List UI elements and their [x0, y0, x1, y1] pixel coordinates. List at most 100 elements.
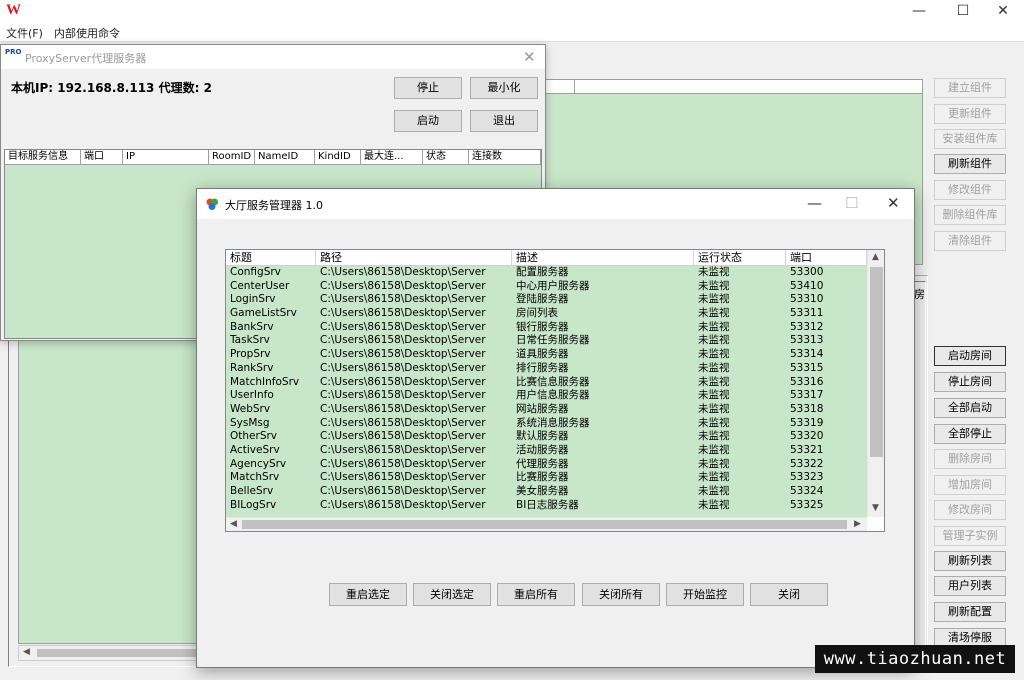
- cell-port: 53313: [790, 334, 824, 347]
- horizontal-scrollbar[interactable]: ◀ ▶: [226, 517, 867, 531]
- cell-path: C:\Users\86158\Desktop\Server: [320, 457, 486, 470]
- close-button[interactable]: 关闭: [750, 583, 828, 606]
- table-row[interactable]: BankSrv C:\Users\86158\Desktop\Server 银行服务…: [226, 321, 867, 335]
- cell-port: 53315: [790, 361, 824, 374]
- table-row[interactable]: CenterUser C:\Users\86158\Desktop\Server 中…: [226, 280, 867, 294]
- vertical-scroll-thumb[interactable]: [870, 267, 883, 457]
- table-row[interactable]: RankSrv C:\Users\86158\Desktop\Server 排行服务…: [226, 362, 867, 376]
- cell-title: BankSrv: [230, 320, 274, 333]
- close-all-button[interactable]: 关闭所有: [582, 583, 660, 606]
- cell-status: 未监视: [698, 307, 730, 320]
- start-monitor-button[interactable]: 开始监控: [666, 583, 744, 606]
- scroll-right-icon[interactable]: ▶: [854, 519, 861, 529]
- user-list-button[interactable]: 用户列表: [934, 576, 1006, 596]
- refresh-config-button[interactable]: 刷新配置: [934, 602, 1006, 622]
- menu-file[interactable]: 文件(F): [6, 25, 43, 41]
- cell-port: 53319: [790, 416, 824, 429]
- scroll-up-icon[interactable]: ▲: [872, 252, 879, 262]
- refresh-list-button[interactable]: 刷新列表: [934, 551, 1006, 571]
- proxy-start-button[interactable]: 启动: [394, 110, 462, 132]
- proxy-col-target[interactable]: 目标服务信息: [5, 150, 81, 165]
- svc-maximize-button[interactable]: ☐: [845, 194, 858, 212]
- start-room-button[interactable]: 启动房间: [934, 346, 1006, 366]
- svc-close-button[interactable]: ✕: [887, 194, 900, 212]
- service-list[interactable]: 标题 路径 描述 运行状态 端口 ConfigSrv C:\Users\86158…: [225, 249, 885, 532]
- proxy-col-port[interactable]: 端口: [81, 150, 123, 165]
- table-row[interactable]: PropSrv C:\Users\86158\Desktop\Server 道具服务…: [226, 348, 867, 362]
- table-row[interactable]: BILogSrv C:\Users\86158\Desktop\Server BI日…: [226, 499, 867, 513]
- proxy-col-kindid[interactable]: KindID: [315, 150, 361, 165]
- scroll-down-icon[interactable]: ▼: [872, 503, 879, 513]
- table-row[interactable]: SysMsg C:\Users\86158\Desktop\Server 系统消息服…: [226, 417, 867, 431]
- manage-sub-instance-button[interactable]: 管理子实例: [934, 526, 1006, 546]
- proxy-close-icon[interactable]: ✕: [523, 48, 536, 66]
- cell-title: ActiveSrv: [230, 443, 280, 456]
- delete-room-button[interactable]: 删除房间: [934, 449, 1006, 469]
- cell-desc: 日常任务服务器: [516, 334, 590, 347]
- refresh-component-button[interactable]: 刷新组件: [934, 154, 1006, 174]
- service-manager-window: 大厅服务管理器 1.0 — ☐ ✕ 标题 路径 描述 运行状态 端口 Confi…: [196, 188, 915, 668]
- cell-title: MatchInfoSrv: [230, 375, 300, 388]
- cell-port: 53320: [790, 430, 824, 443]
- svc-minimize-button[interactable]: —: [807, 194, 822, 212]
- vertical-scrollbar[interactable]: ▲ ▼: [867, 250, 884, 517]
- table-row[interactable]: TaskSrv C:\Users\86158\Desktop\Server 日常任务…: [226, 334, 867, 348]
- proxy-col-connections[interactable]: 连接数: [469, 150, 541, 165]
- proxy-minimize-button[interactable]: 最小化: [470, 77, 538, 99]
- minimize-button[interactable]: —: [896, 0, 942, 22]
- proxy-col-ip[interactable]: IP: [123, 150, 209, 165]
- main-titlebar: W — ☐ ✕: [0, 0, 1024, 22]
- table-row[interactable]: LoginSrv C:\Users\86158\Desktop\Server 登陆服…: [226, 293, 867, 307]
- install-component-lib-button[interactable]: 安装组件库: [934, 129, 1006, 149]
- cell-status: 未监视: [698, 430, 730, 443]
- table-row[interactable]: BelleSrv C:\Users\86158\Desktop\Server 美女服…: [226, 485, 867, 499]
- proxy-col-maxconn[interactable]: 最大连...: [361, 150, 423, 165]
- update-component-button[interactable]: 更新组件: [934, 104, 1006, 124]
- modify-component-button[interactable]: 修改组件: [934, 180, 1006, 200]
- proxy-exit-button[interactable]: 退出: [470, 110, 538, 132]
- cell-desc: 网站服务器: [516, 402, 569, 415]
- col-status[interactable]: 运行状态: [694, 250, 786, 266]
- clear-component-button[interactable]: 清除组件: [934, 231, 1006, 251]
- horizontal-scroll-thumb[interactable]: [242, 520, 847, 529]
- delete-component-lib-button[interactable]: 删除组件库: [934, 205, 1006, 225]
- table-row[interactable]: GameListSrv C:\Users\86158\Desktop\Server…: [226, 307, 867, 321]
- col-title[interactable]: 标题: [226, 250, 316, 266]
- scroll-left-icon[interactable]: ◀: [230, 519, 237, 529]
- cell-desc: 配置服务器: [516, 266, 569, 278]
- proxy-titlebar: PRO ProxyServer代理服务器 ✕: [1, 45, 545, 69]
- start-all-button[interactable]: 全部启动: [934, 398, 1006, 418]
- table-row[interactable]: AgencySrv C:\Users\86158\Desktop\Server 代理…: [226, 458, 867, 472]
- restart-selected-button[interactable]: 重启选定: [329, 583, 407, 606]
- menu-internal-commands[interactable]: 内部使用命令: [54, 25, 120, 41]
- create-component-button[interactable]: 建立组件: [934, 78, 1006, 98]
- col-port[interactable]: 端口: [786, 250, 867, 266]
- cell-desc: 中心用户服务器: [516, 279, 590, 292]
- close-selected-button[interactable]: 关闭选定: [413, 583, 491, 606]
- table-row[interactable]: MatchInfoSrv C:\Users\86158\Desktop\Serve…: [226, 376, 867, 390]
- table-row[interactable]: ActiveSrv C:\Users\86158\Desktop\Server 活动…: [226, 444, 867, 458]
- restart-all-button[interactable]: 重启所有: [497, 583, 575, 606]
- proxy-col-status[interactable]: 状态: [423, 150, 469, 165]
- table-row[interactable]: ConfigSrv C:\Users\86158\Desktop\Server 配置…: [226, 266, 867, 280]
- cell-port: 53323: [790, 471, 824, 484]
- col-desc[interactable]: 描述: [512, 250, 694, 266]
- col-path[interactable]: 路径: [316, 250, 512, 266]
- proxy-col-roomid[interactable]: RoomID: [209, 150, 255, 165]
- stop-all-button[interactable]: 全部停止: [934, 424, 1006, 444]
- cell-desc: 代理服务器: [516, 457, 569, 470]
- proxy-stop-button[interactable]: 停止: [394, 77, 462, 99]
- table-row[interactable]: WebSrv C:\Users\86158\Desktop\Server 网站服务器…: [226, 403, 867, 417]
- close-button[interactable]: ✕: [980, 0, 1024, 22]
- cell-port: 53312: [790, 320, 824, 333]
- proxy-col-nameid[interactable]: NameID: [255, 150, 315, 165]
- add-room-button[interactable]: 增加房间: [934, 475, 1006, 495]
- cell-port: 53300: [790, 266, 824, 278]
- table-row[interactable]: MatchSrv C:\Users\86158\Desktop\Server 比赛服…: [226, 471, 867, 485]
- stop-room-button[interactable]: 停止房间: [934, 372, 1006, 392]
- cell-desc: 用户信息服务器: [516, 389, 590, 402]
- table-row[interactable]: OtherSrv C:\Users\86158\Desktop\Server 默认服…: [226, 430, 867, 444]
- modify-room-button[interactable]: 修改房间: [934, 500, 1006, 520]
- table-row[interactable]: UserInfo C:\Users\86158\Desktop\Server 用户信…: [226, 389, 867, 403]
- cell-path: C:\Users\86158\Desktop\Server: [320, 471, 486, 484]
